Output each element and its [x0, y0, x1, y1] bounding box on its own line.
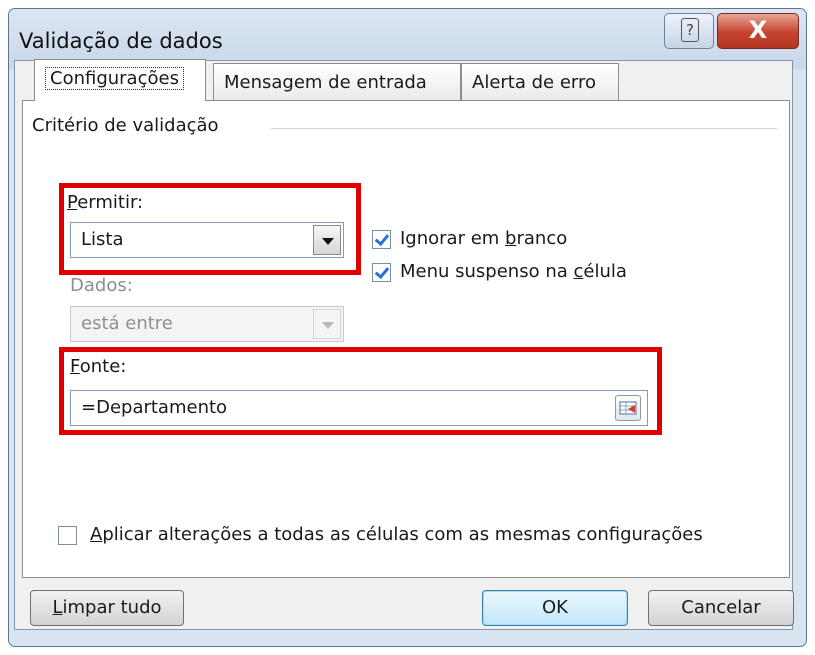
help-button[interactable]: ? — [664, 13, 714, 49]
data-label: Dados: — [70, 275, 133, 296]
source-input[interactable]: =Departamento — [70, 390, 648, 426]
tab-error-alert-label: Alerta de erro — [472, 72, 596, 93]
source-value: =Departamento — [81, 397, 228, 418]
tab-error-alert[interactable]: Alerta de erro — [461, 63, 619, 101]
allow-value: Lista — [81, 229, 124, 250]
ok-button[interactable]: OK — [482, 590, 628, 626]
validation-criteria-title: Critério de validação — [32, 115, 227, 136]
collapse-dialog-button[interactable] — [615, 395, 641, 421]
in-cell-dropdown-checkbox[interactable] — [372, 263, 391, 282]
allow-dropdown-button[interactable] — [313, 225, 341, 255]
tab-settings[interactable]: Configurações — [34, 59, 206, 101]
close-button[interactable]: X — [717, 13, 799, 49]
apply-all-label: Aplicar alterações a todas as células co… — [90, 524, 703, 545]
group-divider — [271, 128, 777, 129]
close-icon: X — [748, 16, 768, 44]
dialog-title: Validação de dados — [19, 29, 223, 53]
in-cell-dropdown-label: Menu suspenso na célula — [400, 261, 627, 282]
allow-label: Permitir: — [67, 192, 144, 213]
checkmark-icon — [374, 230, 390, 247]
tab-input-message[interactable]: Mensagem de entrada — [213, 63, 461, 101]
help-icon: ? — [681, 18, 699, 42]
range-select-icon — [619, 401, 637, 415]
ignore-blank-checkbox[interactable] — [372, 230, 391, 249]
tab-settings-label: Configurações — [45, 67, 184, 90]
allow-select[interactable]: Lista — [70, 222, 344, 258]
chevron-down-icon — [322, 322, 334, 329]
data-select: está entre — [70, 306, 344, 342]
cancel-button[interactable]: Cancelar — [648, 590, 794, 626]
ignore-blank-label: Ignorar em branco — [400, 228, 568, 249]
checkmark-icon — [374, 263, 390, 280]
chevron-down-icon — [322, 238, 334, 245]
data-dropdown-button — [313, 309, 341, 339]
source-label: Fonte: — [70, 356, 127, 377]
tab-input-message-label: Mensagem de entrada — [224, 72, 427, 93]
data-value: está entre — [81, 313, 173, 334]
apply-all-checkbox[interactable] — [58, 526, 77, 545]
clear-all-button[interactable]: Limpar tudo — [30, 590, 184, 626]
